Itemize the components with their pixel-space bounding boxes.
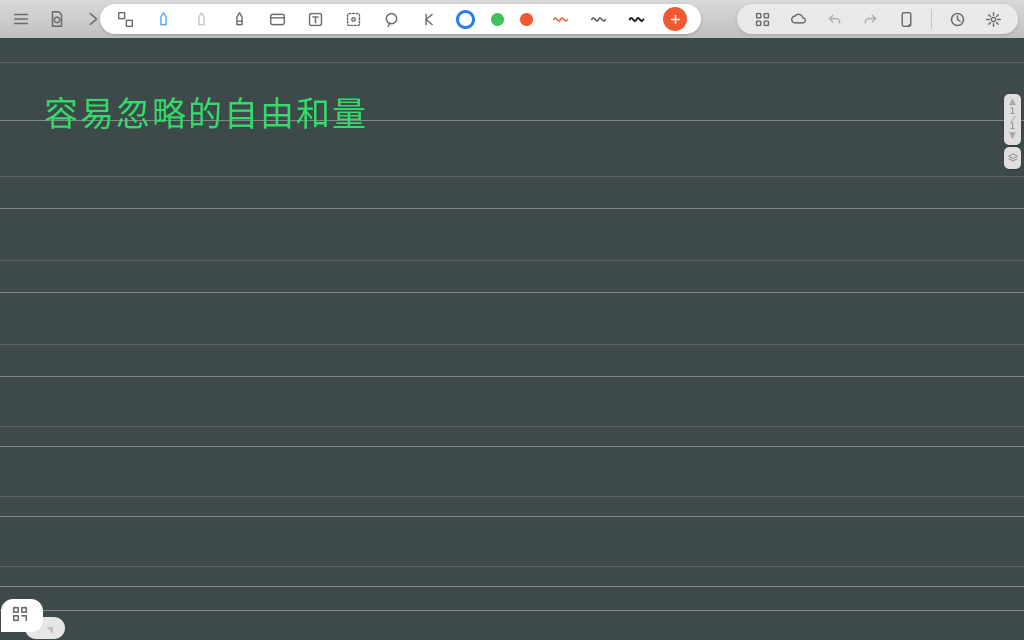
handwritten-text: 容易忽略的自由和量 [44, 87, 368, 136]
apps-icon[interactable] [751, 8, 773, 30]
page-up-icon[interactable]: ▲ [1009, 98, 1016, 107]
redo-icon[interactable] [859, 8, 881, 30]
ruled-line [0, 344, 1024, 345]
tool-pill [100, 4, 701, 34]
side-scroll: ▲ 1 1 ▼ [1004, 94, 1021, 169]
stroke-wave-red-icon[interactable] [549, 8, 571, 30]
page-down-icon[interactable]: ▼ [1009, 132, 1016, 141]
ruled-line [0, 516, 1024, 517]
color-red[interactable] [520, 13, 533, 26]
toolbar-right-pill [737, 4, 1018, 34]
separator [931, 9, 932, 29]
undo-icon[interactable] [823, 8, 845, 30]
ruled-line [0, 260, 1024, 261]
ruled-line [0, 586, 1024, 587]
lasso-tool-icon[interactable] [380, 8, 402, 30]
text-tool-icon[interactable] [304, 8, 326, 30]
ruled-line [0, 446, 1024, 447]
highlighter-tool-icon[interactable] [190, 8, 212, 30]
whiteboard-canvas[interactable]: 容易忽略的自由和量 ▲ 1 1 ▼ [0, 38, 1024, 640]
ruled-line [0, 610, 1024, 611]
ruled-line [0, 376, 1024, 377]
stroke-wave-thin-icon[interactable] [587, 8, 609, 30]
color-green[interactable] [491, 13, 504, 26]
ruled-line [0, 426, 1024, 427]
card-tool-icon[interactable] [266, 8, 288, 30]
ruled-line [0, 176, 1024, 177]
frame-tool-icon[interactable] [342, 8, 364, 30]
toolbar-left-group [0, 8, 104, 30]
shapes-tool-icon[interactable] [114, 8, 136, 30]
ruled-line [0, 496, 1024, 497]
add-button[interactable] [663, 7, 687, 31]
color-blue[interactable] [456, 10, 475, 29]
ruled-line [0, 292, 1024, 293]
stroke-wave-bold-icon[interactable] [625, 8, 647, 30]
marker-tool-icon[interactable] [228, 8, 250, 30]
tablet-icon[interactable] [895, 8, 917, 30]
ruled-line [0, 62, 1024, 63]
settings-icon[interactable] [982, 8, 1004, 30]
cut-tool-icon[interactable] [418, 8, 440, 30]
layers-button[interactable] [1004, 147, 1021, 169]
page-indicator[interactable]: ▲ 1 1 ▼ [1004, 94, 1021, 145]
cloud-icon[interactable] [787, 8, 809, 30]
pen-tool-icon[interactable] [152, 8, 174, 30]
clock-icon[interactable] [946, 8, 968, 30]
menu-icon[interactable] [10, 8, 32, 30]
file-icon[interactable] [46, 8, 68, 30]
ruled-line [0, 566, 1024, 567]
ruled-line [0, 208, 1024, 209]
